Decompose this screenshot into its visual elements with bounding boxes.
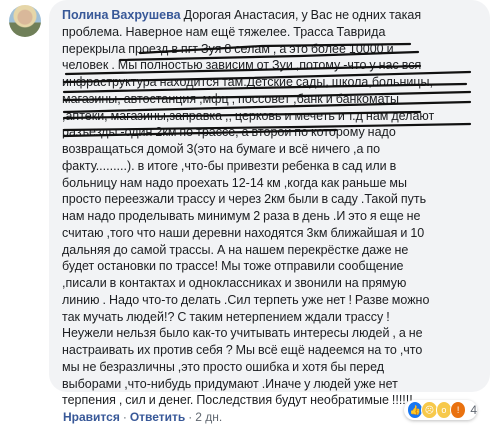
comment-line-7: ,аптеки, магазины,заправка ,, церковь и … (62, 108, 435, 123)
comment-line-5: инфраструктура находится там.Детские сад… (62, 75, 433, 89)
comment-line-23: выборами ,что-нибудь придумают .Иначе у … (62, 376, 398, 391)
comment-actions: Нравится · Ответить · 2 дн. (63, 410, 222, 424)
comment-line-8: разъезды -один 2км по трассе, а второй п… (62, 125, 396, 140)
comment-line-9: возвращаться домой 3(это на бумаге и всё… (62, 142, 381, 156)
comment-line-10: факту.........). в итоге ,что-бы привезт… (62, 158, 397, 173)
avatar[interactable] (9, 5, 41, 37)
comment-line-20: Неужели нельзя было как-то учитывать инт… (62, 326, 423, 341)
comment-line-18: линию . Надо что-то делать .Сил терпеть … (62, 292, 430, 307)
separator: · (188, 410, 193, 424)
comment-line-4: человек . Мы полностью зависим от Зуи ,п… (62, 58, 422, 73)
comment-line-6: магазины, автостанция ,мфц , поссовет ,б… (62, 91, 399, 106)
angry-icon: ! (449, 401, 467, 419)
comment-line-21: настраивать их против себя ? Мы всё ещё … (62, 343, 423, 357)
reaction-count: 4 (470, 403, 477, 417)
like-button[interactable]: Нравится (63, 410, 120, 424)
comment-line-2: проблема. Наверное нам ещё тяжелее. Трас… (62, 24, 386, 39)
comment-line-17: ,писали в контактах и одноклассниках и з… (62, 276, 407, 290)
comment-line-11: больницу нам надо проехать 12-14 км ,ког… (62, 175, 407, 190)
comment-line-22: мы не безразличны ,это просто ошибка и х… (62, 359, 385, 374)
comment-line-3: перекрыла проезд в пгт Зуя 8 селам , а э… (62, 41, 394, 56)
comment-line-1: Полина Вахрушева Дорогая Анастасия, у Ва… (62, 8, 422, 22)
separator: · (122, 410, 127, 424)
comment-line-12: просто переезжали трассу и через 2км был… (62, 192, 427, 207)
comment-line-15: дальняя до самой трассы. А на нашем пере… (62, 242, 409, 257)
comment-line-13: нам надо проделывать минимум 2 раза в де… (62, 209, 421, 223)
comment-author[interactable]: Полина Вахрушева (62, 8, 181, 22)
comment-line-14: считаю ,того что наши деревни находятся … (62, 225, 425, 240)
comment-body: Полина Вахрушева Дорогая Анастасия, у Ва… (62, 7, 480, 409)
reply-button[interactable]: Ответить (130, 410, 185, 424)
comment-line-19: так мучать людей!? С таким нетерпением ж… (62, 309, 390, 324)
reactions-summary[interactable]: 👍 ☹ o ! 4 (404, 400, 477, 420)
timestamp[interactable]: 2 дн. (195, 410, 222, 424)
comment-line-16: будет остановки по трассе! Мы тоже отпра… (62, 259, 404, 274)
